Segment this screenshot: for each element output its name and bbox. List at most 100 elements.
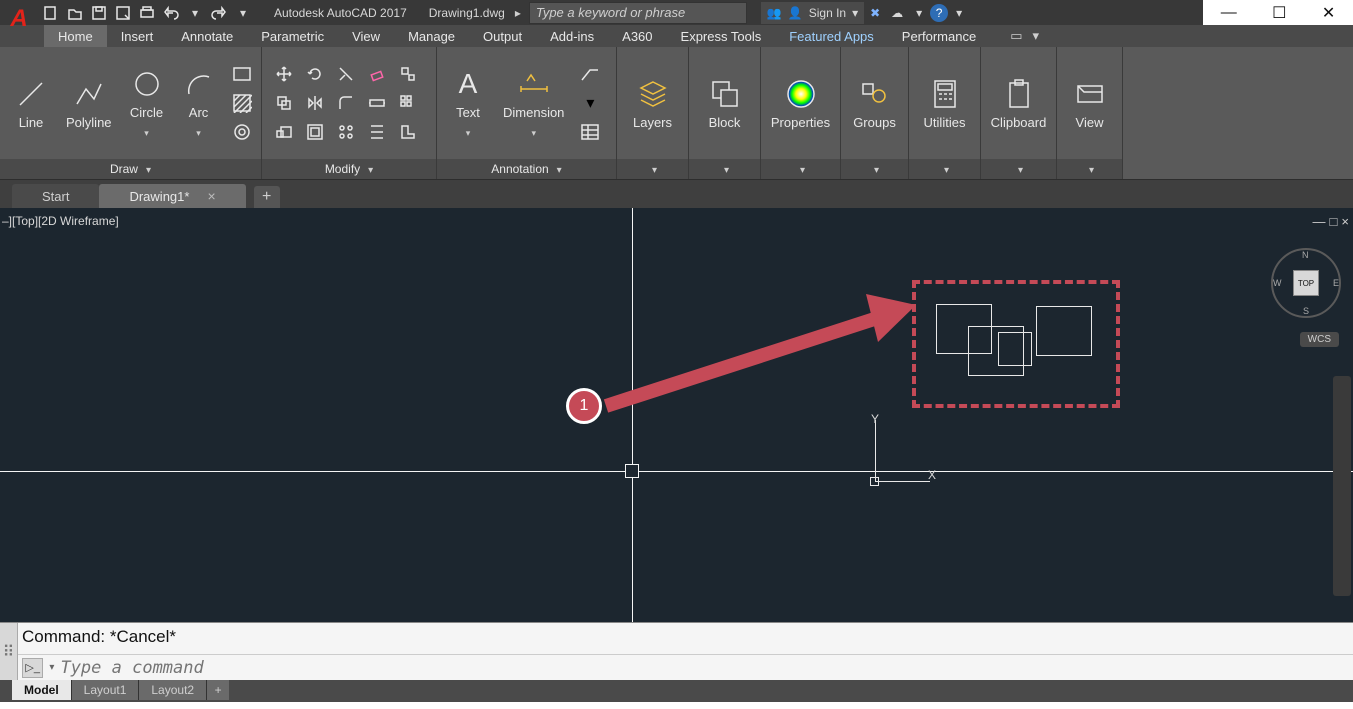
tab-featuredapps[interactable]: Featured Apps	[775, 25, 888, 47]
ribbon-focus-icon[interactable]: ▭	[1010, 28, 1022, 44]
line-button[interactable]: Line	[8, 75, 54, 132]
redo-dropdown-icon[interactable]: ▾	[232, 2, 254, 24]
panel-layers-title[interactable]	[617, 159, 688, 179]
viewport-minimize-icon[interactable]: —	[1313, 214, 1326, 229]
properties-button[interactable]: Properties	[765, 75, 836, 132]
tab-annotate[interactable]: Annotate	[167, 25, 247, 47]
navigation-bar[interactable]	[1333, 376, 1351, 596]
drawing-canvas[interactable]: –][Top][2D Wireframe] — □ × Y X 1 TOP N …	[0, 208, 1353, 622]
tab-home[interactable]: Home	[44, 25, 107, 47]
erase-icon[interactable]	[363, 61, 391, 87]
command-prompt-icon[interactable]: ▷_	[22, 658, 43, 678]
tab-view[interactable]: View	[338, 25, 394, 47]
stretch-icon[interactable]	[363, 90, 391, 116]
panel-modify-title[interactable]: Modify	[262, 159, 436, 179]
block-button[interactable]: Block	[702, 75, 748, 132]
explode-icon[interactable]	[394, 61, 422, 87]
panel-draw-title[interactable]: Draw	[0, 159, 261, 179]
clipboard-button[interactable]: Clipboard	[985, 75, 1053, 132]
modify-more-icon[interactable]	[394, 119, 422, 145]
viewport-maximize-icon[interactable]: □	[1330, 214, 1338, 229]
table-icon[interactable]	[576, 119, 604, 145]
viewcube[interactable]: TOP N S W E	[1271, 248, 1341, 318]
minimize-button[interactable]: —	[1221, 4, 1237, 22]
trim-icon[interactable]	[332, 61, 360, 87]
dimension-button[interactable]: Dimension	[497, 65, 570, 141]
commandline-handle-icon[interactable]: ⠿	[0, 623, 18, 680]
ribbon-focus-dropdown-icon[interactable]: ▾	[1033, 28, 1040, 44]
a360-icon[interactable]: ☁	[886, 2, 908, 24]
new-icon[interactable]	[40, 2, 62, 24]
signin-button[interactable]: 👥 👤 Sign In ▾	[761, 2, 864, 24]
rotate-icon[interactable]	[301, 61, 329, 87]
command-dropdown-icon[interactable]: ▾	[49, 662, 54, 673]
polyline-button[interactable]: Polyline	[60, 75, 118, 132]
open-icon[interactable]	[64, 2, 86, 24]
tab-expresstools[interactable]: Express Tools	[667, 25, 776, 47]
align-icon[interactable]	[363, 119, 391, 145]
maximize-button[interactable]: ☐	[1272, 3, 1286, 23]
copy-icon[interactable]	[270, 90, 298, 116]
saveas-icon[interactable]	[112, 2, 134, 24]
layout-add-button[interactable]: +	[207, 680, 229, 700]
tab-addins[interactable]: Add-ins	[536, 25, 608, 47]
filetab-drawing1[interactable]: Drawing1* ×	[99, 184, 245, 208]
layers-button[interactable]: Layers	[627, 75, 678, 132]
tab-output[interactable]: Output	[469, 25, 536, 47]
viewport-label[interactable]: –][Top][2D Wireframe]	[2, 214, 119, 228]
a360-dropdown-icon[interactable]: ▾	[908, 2, 930, 24]
offset-icon[interactable]	[301, 119, 329, 145]
help-icon[interactable]: ?	[930, 4, 948, 22]
undo-icon[interactable]	[160, 2, 182, 24]
tab-performance[interactable]: Performance	[888, 25, 990, 47]
panel-groups-title[interactable]	[841, 159, 908, 179]
layout-model[interactable]: Model	[12, 680, 72, 700]
redo-icon[interactable]	[208, 2, 230, 24]
draw-more-icon[interactable]	[228, 119, 256, 145]
tab-parametric[interactable]: Parametric	[247, 25, 338, 47]
save-icon[interactable]	[88, 2, 110, 24]
panel-utilities-title[interactable]	[909, 159, 980, 179]
tab-manage[interactable]: Manage	[394, 25, 469, 47]
panel-clipboard-title[interactable]	[981, 159, 1056, 179]
text-button[interactable]: A Text	[445, 65, 491, 141]
view-button[interactable]: View	[1067, 75, 1113, 132]
wcs-badge[interactable]: WCS	[1300, 332, 1339, 347]
array-icon[interactable]	[394, 90, 422, 116]
help-dropdown-icon[interactable]: ▾	[948, 2, 970, 24]
undo-dropdown-icon[interactable]: ▾	[184, 2, 206, 24]
app-logo-icon[interactable]: A	[0, 0, 38, 38]
panel-annotation-title[interactable]: Annotation	[437, 159, 616, 179]
leader-icon[interactable]	[576, 61, 604, 87]
arc-button[interactable]: Arc	[176, 65, 222, 141]
panel-block-title[interactable]	[689, 159, 760, 179]
filename-dropdown-icon[interactable]: ▸	[515, 6, 521, 20]
filetab-start[interactable]: Start	[12, 184, 99, 208]
tab-a360[interactable]: A360	[608, 25, 666, 47]
panel-view-title[interactable]	[1057, 159, 1122, 179]
mirror-icon[interactable]	[301, 90, 329, 116]
viewcube-top-face[interactable]: TOP	[1293, 270, 1319, 296]
fillet-icon[interactable]	[332, 90, 360, 116]
command-input[interactable]	[60, 658, 1349, 678]
groups-button[interactable]: Groups	[847, 75, 902, 132]
search-input[interactable]	[529, 2, 747, 24]
leader-dropdown-icon[interactable]: ▾	[576, 90, 604, 116]
scale-icon[interactable]	[270, 119, 298, 145]
tab-insert[interactable]: Insert	[107, 25, 168, 47]
viewport-close-icon[interactable]: ×	[1341, 214, 1349, 229]
hatch-icon[interactable]	[228, 90, 256, 116]
layout-2[interactable]: Layout2	[139, 680, 207, 700]
exchange-icon[interactable]: ✖	[864, 2, 886, 24]
circle-button[interactable]: Circle	[124, 65, 170, 141]
utilities-button[interactable]: Utilities	[918, 75, 972, 132]
layout-1[interactable]: Layout1	[72, 680, 140, 700]
panel-properties-title[interactable]	[761, 159, 840, 179]
rectangle-icon[interactable]	[228, 61, 256, 87]
close-button[interactable]: ✕	[1322, 3, 1335, 23]
plot-icon[interactable]	[136, 2, 158, 24]
arrayrect-icon[interactable]	[332, 119, 360, 145]
filetab-add-button[interactable]: +	[254, 186, 280, 208]
filetab-close-icon[interactable]: ×	[207, 188, 215, 204]
move-icon[interactable]	[270, 61, 298, 87]
